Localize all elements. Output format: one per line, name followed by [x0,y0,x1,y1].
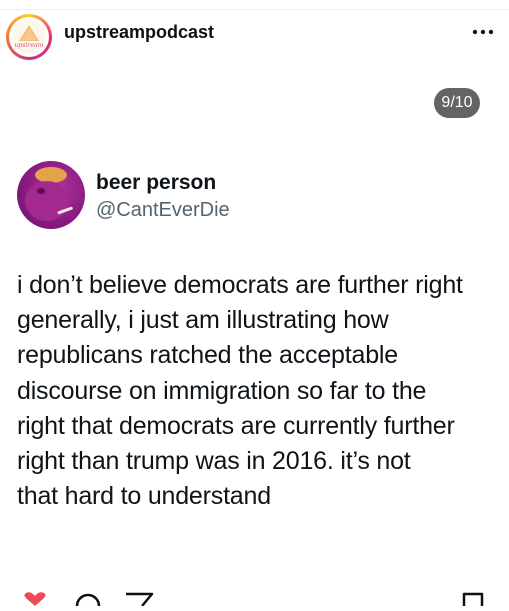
tweet-text-line: right than trump was in 2016. it’s not [17,447,411,476]
action-bar [0,576,509,607]
profile-picture-frame: upstream [9,17,49,57]
like-button[interactable] [20,592,50,611]
tweet-text: i don’t believe democrats are further ri… [17,268,501,514]
tweet-text-line: republicans ratched the acceptable [17,341,398,370]
share-button[interactable] [124,592,154,611]
tweet-text-line: i don’t believe democrats are further ri… [17,271,463,299]
tweet-handle: @CantEverDie [96,199,230,221]
more-horizontal-icon [472,29,494,35]
story-ring[interactable]: upstream [6,14,52,60]
more-options-button[interactable] [471,20,495,44]
divider [0,9,509,10]
carousel-counter: 9/10 [434,88,480,118]
tweet-text-line: right that democrats are currently furth… [17,411,455,440]
save-button[interactable] [462,592,484,611]
heart-icon [24,592,46,606]
bookmark-icon [462,592,484,606]
comment-button[interactable] [74,592,102,611]
logo-text: upstream [15,42,44,49]
tweet-text-line: generally, i just am illustrating how [17,306,389,335]
upstream-logo: upstream [12,20,46,54]
header-username[interactable]: upstreampodcast [64,22,214,43]
comment-icon [75,593,101,607]
tweet-text-line: that hard to understand [17,482,271,511]
avatar-illustration [25,167,73,221]
tweet-avatar [17,161,85,229]
share-icon [126,592,154,607]
tweet-text-line: discourse on immigration so far to the [17,376,427,405]
tweet-display-name: beer person [96,171,217,194]
upstream-logo-mark: upstream [15,25,44,49]
post-header: upstream upstreampodcast [0,0,509,66]
